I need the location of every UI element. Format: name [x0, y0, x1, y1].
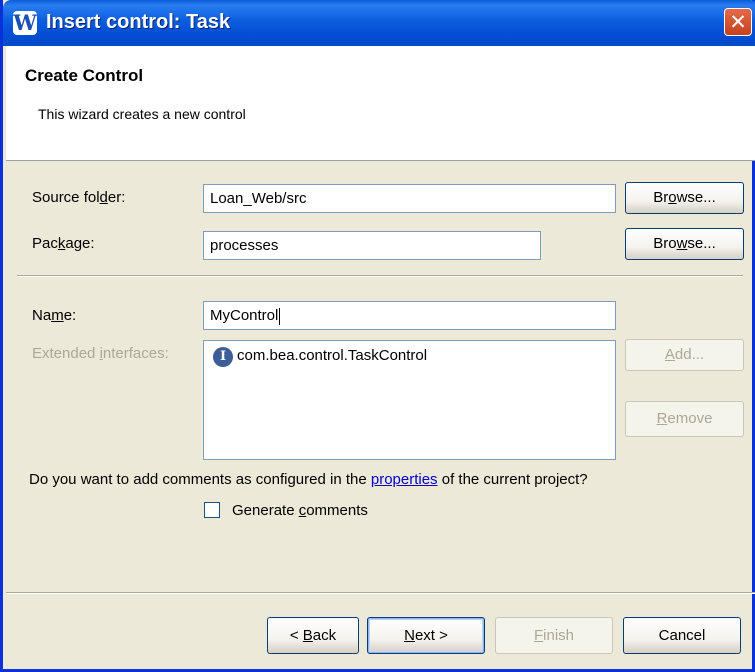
app-icon: W — [13, 10, 37, 35]
add-interface-button[interactable]: Add... — [625, 339, 744, 371]
list-item-label: com.bea.control.TaskControl — [237, 347, 428, 364]
remove-interface-button[interactable]: Remove — [625, 401, 744, 437]
window-title: Insert control: Task — [46, 11, 231, 33]
page-description: This wizard creates a new control — [38, 106, 246, 122]
properties-link[interactable]: properties — [371, 471, 438, 488]
page-title: Create Control — [25, 66, 144, 85]
generate-comments-checkbox[interactable] — [204, 502, 220, 518]
browse-source-folder-button[interactable]: Browse... — [625, 182, 744, 214]
text-caret — [279, 307, 281, 325]
generate-comments-label[interactable]: Generate comments — [232, 502, 368, 519]
name-input[interactable]: MyControl — [203, 301, 616, 330]
package-label: Package: — [32, 235, 95, 252]
close-button[interactable]: ✕ — [724, 8, 752, 36]
interface-icon: I — [213, 347, 233, 367]
wizard-header: Create Control This wizard creates a new… — [6, 46, 755, 161]
source-folder-label: Source folder: — [32, 189, 126, 206]
extended-interfaces-list[interactable]: I com.bea.control.TaskControl — [203, 340, 616, 460]
next-button[interactable]: Next > — [367, 617, 485, 654]
footer-divider — [6, 592, 755, 594]
finish-button[interactable]: Finish — [495, 617, 613, 654]
close-icon: ✕ — [729, 10, 747, 34]
comments-question: Do you want to add comments as configure… — [29, 471, 588, 488]
source-folder-input[interactable]: Loan_Web/src — [203, 184, 616, 213]
title-bar[interactable]: W Insert control: Task ✕ — [3, 0, 755, 46]
back-button[interactable]: < Back — [267, 617, 359, 654]
cancel-button[interactable]: Cancel — [623, 617, 741, 654]
name-label: Name: — [32, 307, 77, 324]
browse-package-button[interactable]: Browse... — [625, 228, 744, 260]
section-divider — [17, 275, 743, 277]
package-input[interactable]: processes — [203, 231, 541, 260]
extended-interfaces-label: Extended interfaces: — [32, 345, 169, 362]
wizard-window: W Insert control: Task ✕ Create Control … — [0, 0, 755, 672]
